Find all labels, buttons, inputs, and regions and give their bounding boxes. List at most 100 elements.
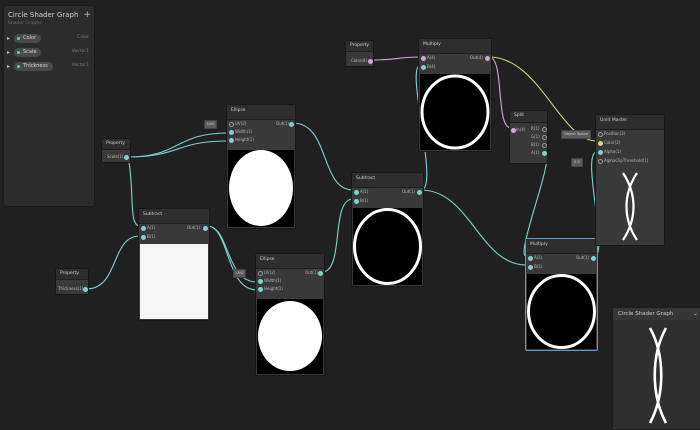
node-header[interactable]: Split (510, 111, 547, 123)
input-port-label: A(1) (534, 255, 543, 260)
input-port-label: Width(1) (235, 129, 253, 134)
blackboard-property-thickness[interactable]: ▸ Thickness Vector1 (7, 62, 91, 72)
output-port-label: Thickness(1) (58, 286, 84, 291)
position-space-dropdown[interactable]: Object Space (561, 130, 591, 139)
node-title: Split (514, 113, 524, 118)
node-title: Property (106, 141, 126, 146)
output-port[interactable] (591, 256, 596, 261)
input-port-a[interactable] (354, 190, 359, 195)
node-header[interactable]: Property (56, 269, 88, 280)
exposed-dot-icon (17, 51, 20, 54)
input-port-uv[interactable] (229, 122, 234, 127)
node-header[interactable]: Multiply (419, 39, 491, 54)
property-pill[interactable]: Thickness (14, 62, 53, 71)
input-port-label: Width(1) (264, 278, 282, 283)
multiply-node-2[interactable]: Multiply A(1) B(1) Out(1) (525, 238, 598, 351)
expand-arrow-icon[interactable]: ▸ (7, 35, 10, 42)
multiply-node-1[interactable]: Multiply A(4) B(4) Out(4) (418, 38, 492, 152)
node-title: Multiply (423, 42, 441, 47)
main-preview-render (648, 327, 668, 424)
node-header[interactable]: Subtract (352, 173, 423, 188)
output-port[interactable] (203, 226, 208, 231)
input-port-height[interactable] (229, 138, 234, 143)
property-name: Thickness (23, 63, 48, 69)
input-port-label: B(1) (534, 264, 543, 269)
input-port-a[interactable] (421, 56, 426, 61)
exposed-dot-icon (17, 37, 20, 40)
alpha-clip-value-field[interactable]: 0.5 (571, 158, 583, 167)
node-title: Subtract (143, 212, 163, 217)
input-port-color[interactable] (598, 141, 603, 146)
output-port[interactable] (318, 271, 323, 276)
input-port-label: B(1) (360, 198, 369, 203)
property-pill[interactable]: Color (14, 34, 42, 43)
subtract-node-2[interactable]: Subtract A(1) B(1) Out(1) (351, 172, 424, 287)
input-port-a[interactable] (528, 256, 533, 261)
property-type: Color (77, 35, 89, 40)
output-port-label: Out(1) (276, 121, 289, 126)
main-preview-title: Circle Shader Graph (618, 311, 674, 317)
input-port-b[interactable] (421, 65, 426, 70)
output-port-label: Out(1) (187, 225, 200, 230)
blackboard-property-scale[interactable]: ▸ Scale Vector1 (7, 48, 91, 58)
node-header[interactable]: Unlit Master (596, 115, 664, 130)
expand-arrow-icon[interactable]: ▸ (7, 49, 10, 56)
input-port-a[interactable] (141, 226, 146, 231)
expand-arrow-icon[interactable]: ▸ (7, 63, 10, 70)
output-port-label: A(1) (531, 150, 540, 155)
input-port-label: UV(2) (235, 121, 247, 126)
input-port-uv[interactable] (258, 271, 263, 276)
subtract-node-1[interactable]: Subtract A(1) B(1) Out(1) (138, 208, 210, 321)
node-header[interactable]: Multiply (526, 239, 597, 254)
main-preview-panel[interactable]: Circle Shader Graph ⌄ (612, 307, 700, 430)
output-port-b[interactable] (542, 143, 547, 148)
output-port[interactable] (417, 190, 422, 195)
ellipse-node-1[interactable]: Ellipse UV(2) Width(1) Height(1) Out(1) (226, 104, 296, 229)
input-port-label: A(1) (360, 189, 369, 194)
blackboard-property-color[interactable]: ▸ Color Color (7, 34, 91, 44)
output-port-a[interactable] (542, 151, 547, 156)
input-port-label: Alpha(1) (604, 149, 622, 154)
node-header[interactable]: Ellipse (256, 254, 324, 269)
property-name: Scale (23, 49, 37, 55)
node-header[interactable]: Subtract (139, 209, 209, 224)
input-port-alpha-clip[interactable] (598, 159, 603, 164)
uv-default-tag[interactable]: UV0 (204, 120, 218, 129)
input-port-b[interactable] (528, 265, 533, 270)
node-header[interactable]: Property (102, 139, 130, 150)
uv-default-tag[interactable]: UV0 (233, 269, 247, 278)
output-port-label: Color(4) (351, 58, 368, 63)
property-node-thickness[interactable]: Property Thickness(1) (55, 268, 89, 295)
split-node[interactable]: Split In(4) R(1) G(1) B(1) A(1) (509, 110, 548, 164)
input-port-width[interactable] (258, 279, 263, 284)
input-port-label: Color(3) (604, 140, 621, 145)
output-port[interactable] (289, 122, 294, 127)
node-title: Ellipse (231, 108, 246, 113)
output-port[interactable] (124, 155, 129, 160)
output-port[interactable] (83, 287, 88, 292)
property-node-scale[interactable]: Property Scale(1) (101, 138, 131, 163)
input-port-b[interactable] (354, 199, 359, 204)
unlit-master-node[interactable]: Unlit Master Position(3) Color(3) Alpha(… (595, 114, 665, 246)
input-port-position[interactable] (598, 132, 603, 137)
ellipse-node-2[interactable]: Ellipse UV(2) Width(1) Height(1) Out(1) (255, 253, 325, 376)
input-port-width[interactable] (229, 130, 234, 135)
input-port-height[interactable] (258, 287, 263, 292)
node-preview (597, 169, 663, 244)
input-port-b[interactable] (141, 235, 146, 240)
output-port[interactable] (485, 56, 490, 61)
output-port-r[interactable] (542, 127, 547, 132)
output-port-g[interactable] (542, 135, 547, 140)
input-port-label: Height(1) (264, 286, 283, 291)
add-property-button[interactable]: + (83, 10, 91, 20)
main-preview-header[interactable]: Circle Shader Graph ⌄ (613, 308, 700, 320)
output-port[interactable] (368, 59, 373, 64)
node-header[interactable]: Ellipse (227, 105, 295, 120)
collapse-chevron-icon[interactable]: ⌄ (693, 310, 698, 317)
wire-subtract2-to-multiply2 (420, 189, 527, 266)
input-port-alpha[interactable] (598, 150, 603, 155)
property-pill[interactable]: Scale (14, 48, 42, 57)
blackboard-title: Circle Shader Graph (8, 11, 79, 19)
property-node-color[interactable]: Property Color(4) (345, 40, 374, 67)
node-header[interactable]: Property (346, 41, 373, 52)
